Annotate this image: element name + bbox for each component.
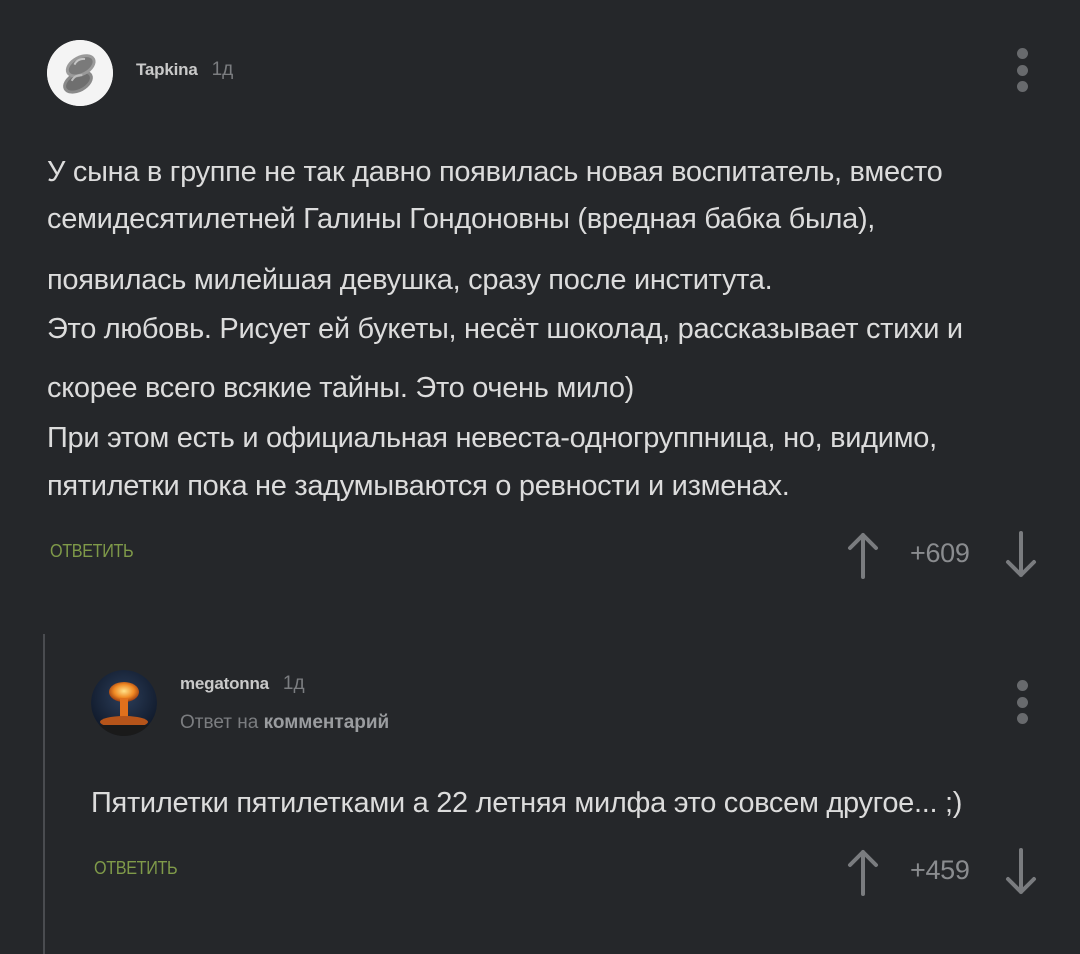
arrow-down-icon[interactable] [1004, 848, 1038, 896]
arrow-up-icon[interactable] [846, 848, 880, 896]
comment-text: Пятилетки пятилетками а 22 летняя милфа … [91, 0, 1041, 840]
comment-text-line: Пятилетки пятилетками а 22 летняя милфа … [91, 787, 963, 819]
thread-line[interactable] [43, 634, 45, 954]
comments-page: Tapkina 1д У сына в группе не так давно … [0, 0, 1080, 954]
reply-button[interactable]: ответить [94, 858, 178, 879]
rating: +459 [910, 855, 970, 885]
